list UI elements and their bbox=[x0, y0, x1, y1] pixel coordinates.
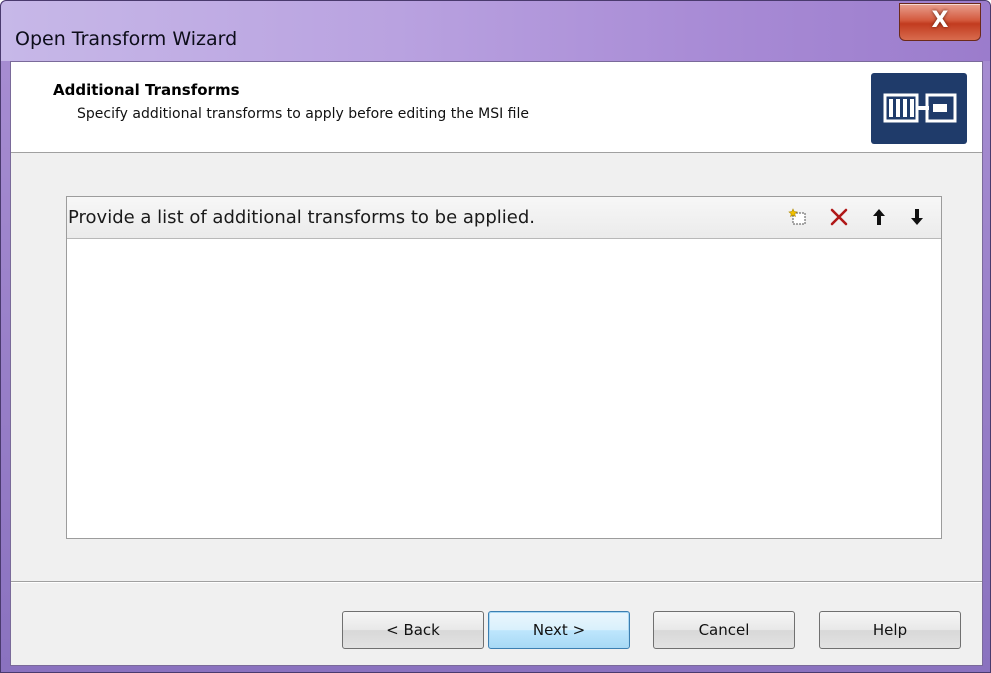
delete-icon[interactable] bbox=[827, 205, 851, 229]
window-title: Open Transform Wizard bbox=[15, 28, 238, 50]
transform-icon bbox=[871, 73, 967, 144]
cancel-button[interactable]: Cancel bbox=[653, 611, 795, 649]
panel-toolbar: Provide a list of additional transforms … bbox=[67, 197, 941, 239]
help-button[interactable]: Help bbox=[819, 611, 961, 649]
move-down-icon[interactable] bbox=[905, 205, 929, 229]
page-subtitle: Specify additional transforms to apply b… bbox=[77, 106, 530, 122]
back-button[interactable]: < Back bbox=[342, 611, 484, 649]
close-button[interactable]: X bbox=[899, 3, 981, 41]
wizard-header: Additional Transforms Specify additional… bbox=[11, 62, 982, 153]
wizard-window: Open Transform Wizard X Additional Trans… bbox=[0, 0, 991, 673]
move-up-icon[interactable] bbox=[867, 205, 891, 229]
footer-divider bbox=[11, 581, 982, 583]
transforms-list[interactable] bbox=[67, 239, 941, 538]
wizard-client: Additional Transforms Specify additional… bbox=[10, 61, 983, 666]
next-button[interactable]: Next > bbox=[488, 611, 630, 649]
transforms-panel: Provide a list of additional transforms … bbox=[66, 196, 942, 539]
title-bar[interactable]: Open Transform Wizard X bbox=[1, 1, 990, 61]
panel-label: Provide a list of additional transforms … bbox=[68, 207, 535, 228]
new-item-icon[interactable] bbox=[787, 205, 811, 229]
page-title: Additional Transforms bbox=[53, 81, 240, 99]
close-icon: X bbox=[931, 8, 949, 33]
